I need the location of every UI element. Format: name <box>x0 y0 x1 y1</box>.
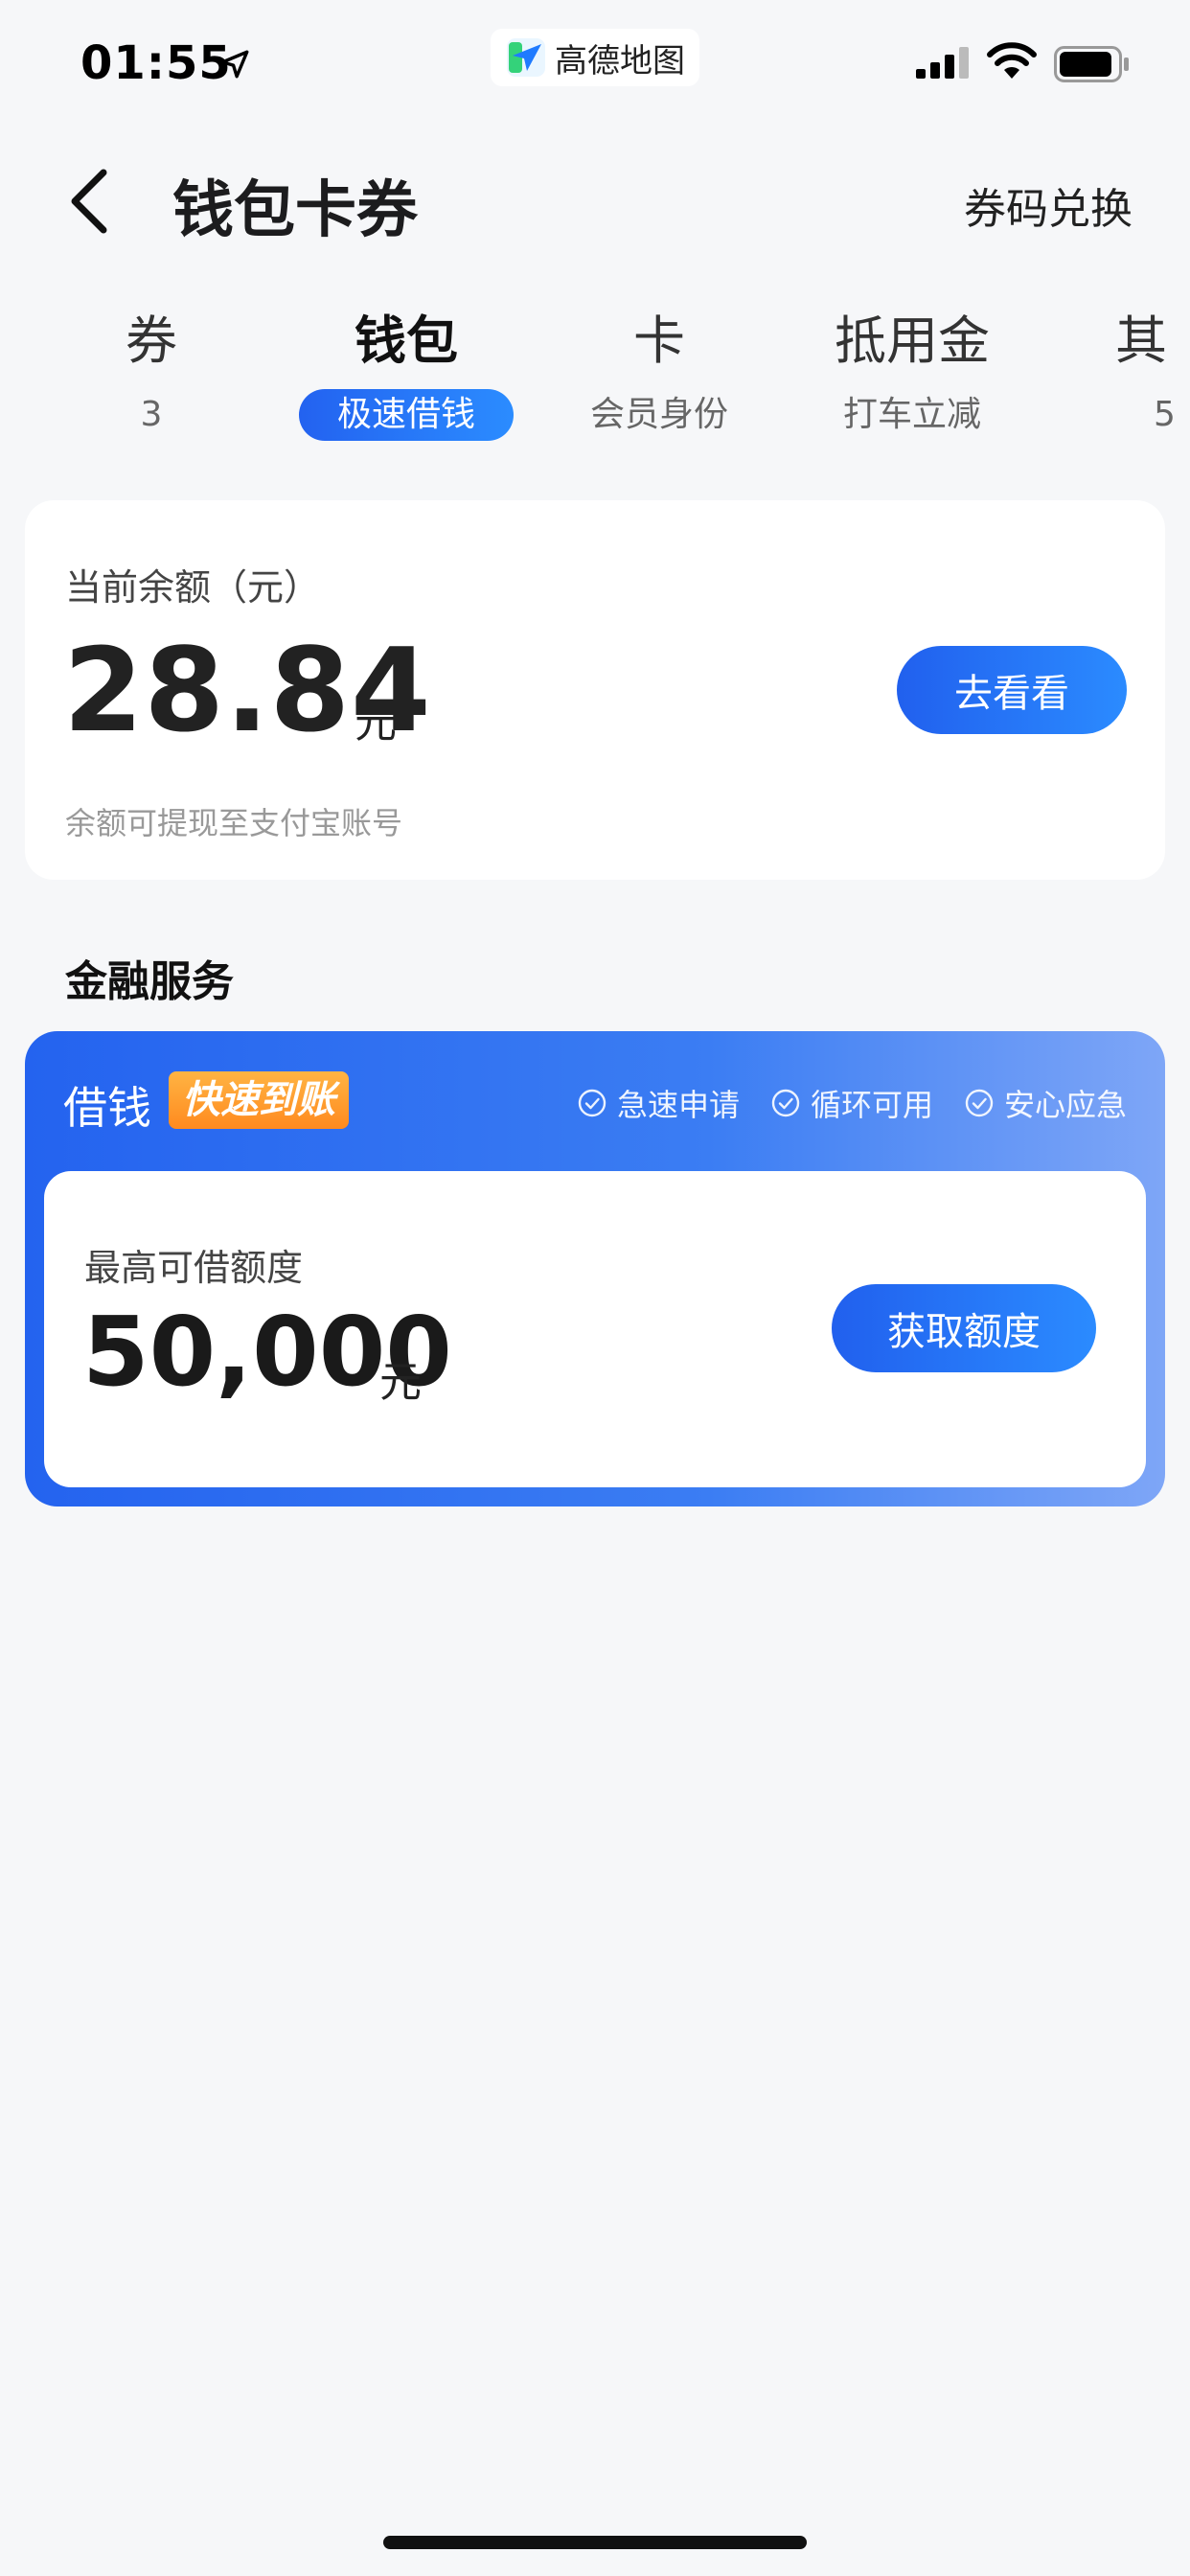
tab-coupons[interactable]: 券 3 <box>36 307 266 441</box>
tab-wallet[interactable]: 钱包 极速借钱 <box>291 307 521 441</box>
fast-arrival-badge: 快速到账 <box>169 1071 349 1129</box>
loan-features: 急速申请 循环可用 安心应急 <box>577 1081 1127 1125</box>
wallet-screen: 01:55 高德地图 钱包卡券 券码兑换 券 3 钱包 极速借钱 卡 会员身份 … <box>0 0 1190 2576</box>
feature-item: 安心应急 <box>964 1081 1127 1125</box>
tab-other[interactable]: 其 5 <box>1065 307 1190 441</box>
feature-label: 急速申请 <box>616 1087 740 1123</box>
cellular-signal-icon <box>916 47 969 79</box>
amap-logo-icon <box>507 38 545 77</box>
tab-subtitle: 会员身份 <box>589 395 728 434</box>
redeem-code-link[interactable]: 券码兑换 <box>964 174 1133 236</box>
back-to-app-pill[interactable]: 高德地图 <box>491 29 699 86</box>
section-title: 金融服务 <box>65 957 234 1006</box>
feature-label: 安心应急 <box>1003 1087 1127 1123</box>
credit-unit: 元 <box>379 1358 422 1407</box>
location-arrow-icon <box>220 50 249 79</box>
get-credit-button[interactable]: 获取额度 <box>832 1284 1096 1372</box>
app-name: 高德地图 <box>555 41 685 80</box>
tab-title: 券 <box>126 310 177 371</box>
home-indicator[interactable] <box>383 2536 807 2549</box>
feature-item: 循环可用 <box>770 1081 933 1125</box>
balance-label: 当前余额（元） <box>65 566 321 609</box>
tab-subtitle: 5 <box>1154 395 1176 434</box>
battery-icon <box>1054 46 1129 82</box>
loan-title: 借钱 <box>63 1082 151 1134</box>
check-circle-icon <box>578 1089 606 1117</box>
page-title: 钱包卡券 <box>172 175 418 246</box>
tab-cards[interactable]: 卡 会员身份 <box>544 307 774 441</box>
view-balance-button[interactable]: 去看看 <box>897 646 1127 734</box>
tab-title: 其 <box>1115 310 1167 371</box>
balance-unit: 元 <box>355 699 397 748</box>
tab-subtitle: 极速借钱 <box>298 389 514 441</box>
loan-credit-panel: 最高可借额度 50,000 元 获取额度 <box>44 1171 1146 1487</box>
tab-title: 抵用金 <box>835 310 990 371</box>
feature-label: 循环可用 <box>810 1087 933 1123</box>
balance-note: 余额可提现至支付宝账号 <box>65 805 403 841</box>
balance-card: 当前余额（元） 28.84 元 余额可提现至支付宝账号 去看看 <box>25 500 1165 880</box>
loan-card[interactable]: 借钱 快速到账 急速申请 循环可用 安心应急 最高可借额度 50,000 元 获… <box>25 1031 1165 1506</box>
feature-item: 急速申请 <box>577 1081 740 1125</box>
category-tabs: 券 3 钱包 极速借钱 卡 会员身份 抵用金 打车立减 其 5 <box>0 307 1190 450</box>
tab-title: 钱包 <box>355 310 458 371</box>
tab-vouchers[interactable]: 抵用金 打车立减 <box>797 307 1027 441</box>
tab-subtitle: 打车立减 <box>842 395 981 434</box>
check-circle-icon <box>965 1089 994 1117</box>
status-time: 01:55 <box>80 36 232 90</box>
credit-label: 最高可借额度 <box>84 1247 304 1289</box>
status-bar: 01:55 高德地图 <box>0 0 1190 125</box>
tab-title: 卡 <box>633 310 685 371</box>
back-arrow-icon[interactable] <box>61 163 119 240</box>
check-circle-icon <box>771 1089 800 1117</box>
wifi-icon <box>987 42 1037 79</box>
tab-subtitle: 3 <box>140 395 163 434</box>
